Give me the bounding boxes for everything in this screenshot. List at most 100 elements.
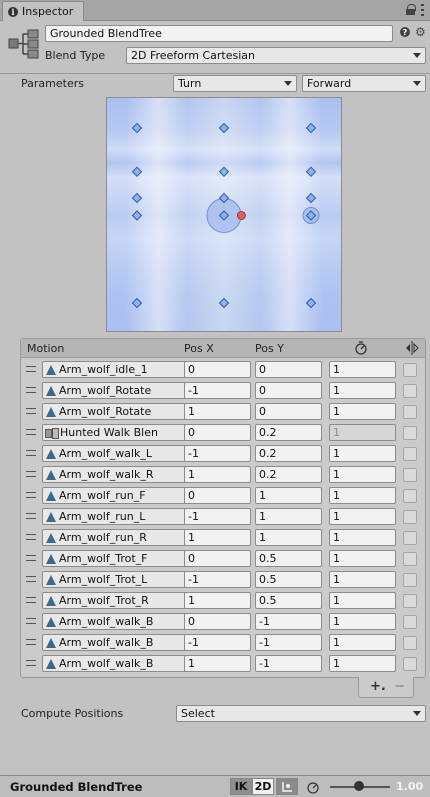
pos-y-field[interactable]: 0.5 (255, 571, 322, 588)
speed-field[interactable]: 1 (329, 487, 396, 504)
speed-field[interactable]: 1 (329, 508, 396, 525)
speed-field[interactable]: 1 (329, 529, 396, 546)
motion-field[interactable]: Arm_wolf_walk_R (42, 466, 198, 483)
2d-toggle[interactable]: 2D (252, 778, 274, 795)
motion-field[interactable]: Arm_wolf_Trot_R (42, 592, 198, 609)
mirror-checkbox[interactable] (403, 447, 417, 461)
speed-field[interactable]: 1 (329, 571, 396, 588)
motion-field[interactable]: Arm_wolf_Trot_L (42, 571, 198, 588)
pos-x-field[interactable]: 1 (184, 592, 251, 609)
pos-x-field[interactable]: -1 (184, 634, 251, 651)
pos-y-field[interactable]: 0.2 (255, 445, 322, 462)
pos-x-field[interactable]: -1 (184, 445, 251, 462)
mirror-checkbox[interactable] (403, 489, 417, 503)
pos-y-field[interactable]: 1 (255, 529, 322, 546)
speed-field[interactable]: 1 (329, 445, 396, 462)
pos-y-field[interactable]: 0.2 (255, 424, 322, 441)
motion-field[interactable]: Arm_wolf_Rotate (42, 382, 198, 399)
speed-field[interactable]: 1 (329, 634, 396, 651)
drag-handle-icon[interactable] (26, 576, 36, 582)
speed-field[interactable]: 1 (329, 361, 396, 378)
pos-y-field[interactable]: -1 (255, 655, 322, 672)
gear-icon[interactable]: ⚙ (415, 26, 426, 38)
drag-handle-icon[interactable] (26, 471, 36, 477)
mirror-checkbox[interactable] (403, 636, 417, 650)
pos-y-field[interactable]: 0.5 (255, 550, 322, 567)
motion-field[interactable]: Arm_wolf_idle_1 (42, 361, 198, 378)
motion-field[interactable]: Arm_wolf_walk_B (42, 634, 198, 651)
blend-type-dropdown[interactable]: 2D Freeform Cartesian (126, 47, 426, 64)
motion-field[interactable]: Hunted Walk Blen (42, 424, 198, 441)
motion-field[interactable]: Arm_wolf_walk_B (42, 613, 198, 630)
mirror-checkbox[interactable] (403, 615, 417, 629)
mirror-checkbox[interactable] (403, 573, 417, 587)
pos-y-field[interactable]: 0.2 (255, 466, 322, 483)
drag-handle-icon[interactable] (26, 639, 36, 645)
speed-field[interactable]: 1 (329, 382, 396, 399)
pos-x-field[interactable]: 1 (184, 466, 251, 483)
ik-toggle[interactable]: IK (230, 778, 252, 795)
motion-field[interactable]: Arm_wolf_run_R (42, 529, 198, 546)
speed-field[interactable]: 1 (329, 613, 396, 630)
pos-x-field[interactable]: -1 (184, 508, 251, 525)
y-parameter-dropdown[interactable]: Forward (302, 75, 426, 92)
tab-inspector[interactable]: i Inspector (2, 1, 84, 21)
add-motion-button[interactable]: +. (370, 679, 386, 694)
pivot-icon[interactable] (276, 778, 298, 795)
mirror-checkbox[interactable] (403, 363, 417, 377)
compute-positions-dropdown[interactable]: Select (176, 705, 426, 722)
pos-x-field[interactable]: -1 (184, 382, 251, 399)
speed-field[interactable]: 1 (329, 550, 396, 567)
motion-field[interactable]: Arm_wolf_walk_B (42, 655, 198, 672)
drag-handle-icon[interactable] (26, 408, 36, 414)
drag-handle-icon[interactable] (26, 492, 36, 498)
speed-field[interactable]: 1 (329, 655, 396, 672)
current-parameter-point[interactable] (236, 211, 246, 220)
pos-x-field[interactable]: 1 (184, 529, 251, 546)
motion-field[interactable]: Arm_wolf_Rotate (42, 403, 198, 420)
help-icon[interactable]: ? (400, 27, 410, 37)
drag-handle-icon[interactable] (26, 618, 36, 624)
mirror-checkbox[interactable] (403, 468, 417, 482)
pos-y-field[interactable]: 1 (255, 508, 322, 525)
remove-motion-button[interactable]: − (394, 679, 405, 694)
mirror-checkbox[interactable] (403, 552, 417, 566)
pos-x-field[interactable]: -1 (184, 571, 251, 588)
motion-field[interactable]: Arm_wolf_run_F (42, 487, 198, 504)
drag-handle-icon[interactable] (26, 534, 36, 540)
motion-field[interactable]: Arm_wolf_walk_L (42, 445, 198, 462)
pos-x-field[interactable]: 0 (184, 613, 251, 630)
motion-field[interactable]: Arm_wolf_Trot_F (42, 550, 198, 567)
drag-handle-icon[interactable] (26, 387, 36, 393)
pos-x-field[interactable]: 0 (184, 361, 251, 378)
blend-graph-canvas[interactable] (107, 98, 341, 331)
pos-x-field[interactable]: 1 (184, 655, 251, 672)
pos-y-field[interactable]: 0 (255, 403, 322, 420)
mirror-checkbox[interactable] (403, 657, 417, 671)
more-options-icon[interactable] (421, 4, 424, 16)
mirror-checkbox[interactable] (403, 426, 417, 440)
drag-handle-icon[interactable] (26, 555, 36, 561)
pos-x-field[interactable]: 0 (184, 424, 251, 441)
lock-icon[interactable] (406, 4, 416, 16)
pos-y-field[interactable]: 0 (255, 382, 322, 399)
mirror-checkbox[interactable] (403, 594, 417, 608)
mirror-checkbox[interactable] (403, 531, 417, 545)
pos-x-field[interactable]: 0 (184, 550, 251, 567)
pos-x-field[interactable]: 1 (184, 403, 251, 420)
blend-graph[interactable] (106, 97, 342, 332)
pos-y-field[interactable]: 0 (255, 361, 322, 378)
speed-field[interactable]: 1 (329, 466, 396, 483)
pos-x-field[interactable]: 0 (184, 487, 251, 504)
pos-y-field[interactable]: 1 (255, 487, 322, 504)
drag-handle-icon[interactable] (26, 366, 36, 372)
drag-handle-icon[interactable] (26, 429, 36, 435)
drag-handle-icon[interactable] (26, 597, 36, 603)
x-parameter-dropdown[interactable]: Turn (173, 75, 297, 92)
mirror-checkbox[interactable] (403, 510, 417, 524)
mirror-checkbox[interactable] (403, 384, 417, 398)
pos-y-field[interactable]: -1 (255, 613, 322, 630)
speed-field[interactable]: 1 (329, 403, 396, 420)
motion-field[interactable]: Arm_wolf_run_L (42, 508, 198, 525)
blend-tree-name-field[interactable]: Grounded BlendTree (45, 25, 393, 42)
